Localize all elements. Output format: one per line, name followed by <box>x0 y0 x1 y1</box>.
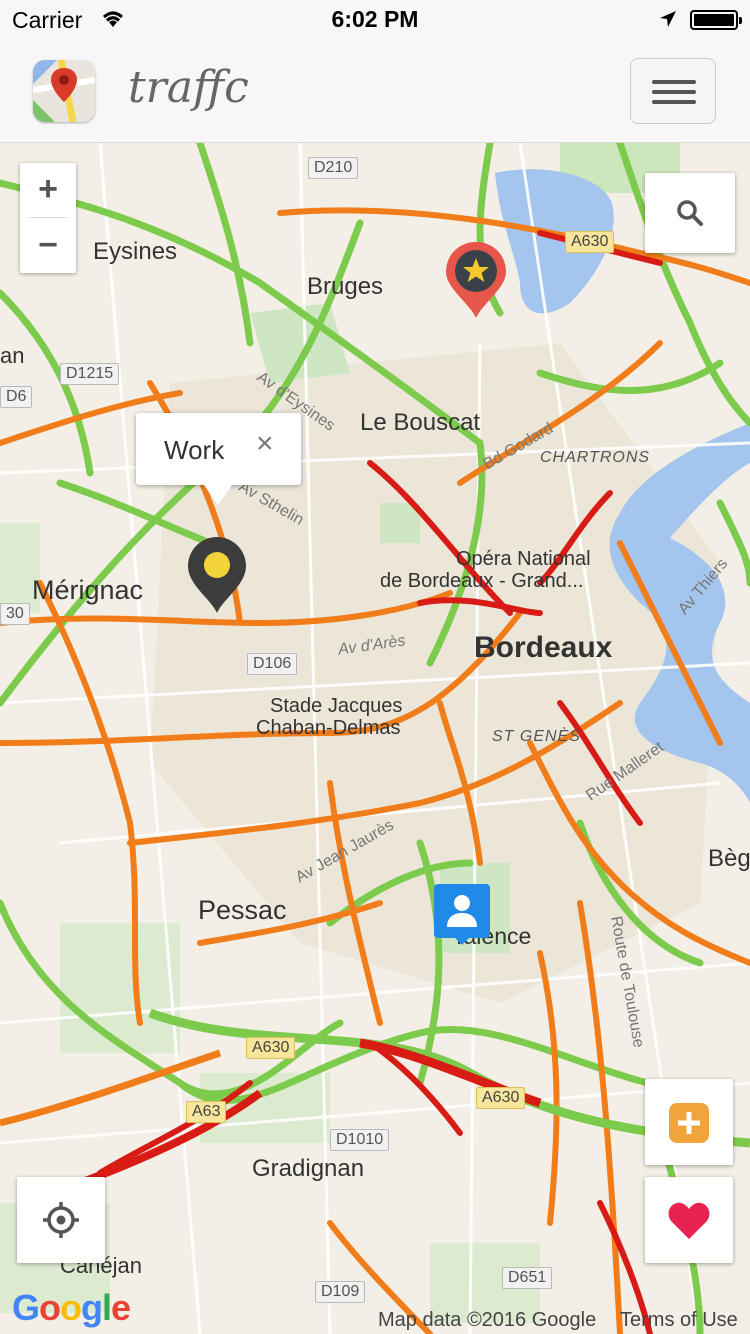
road-shield-d106: D106 <box>247 653 298 675</box>
clock: 6:02 PM <box>331 6 419 32</box>
status-bar: Carrier 6:02 PM <box>0 0 750 40</box>
info-window-title: Work <box>164 435 225 465</box>
place-label-st-genes: ST GENÈS <box>492 728 581 745</box>
poi-label-opera-2: de Bordeaux - Grand... <box>380 570 584 592</box>
road-shield-d210: D210 <box>308 157 359 179</box>
place-label-bruges: Bruges <box>307 273 384 300</box>
location-arrow-icon <box>658 8 678 35</box>
place-label-chartrons: CHARTRONS <box>540 449 651 466</box>
user-location-marker[interactable] <box>433 883 491 945</box>
work-pin-marker[interactable] <box>186 535 248 615</box>
add-place-button[interactable] <box>645 1079 733 1165</box>
road-shield-30: 30 <box>0 603 30 625</box>
place-label-an: an <box>0 343 25 368</box>
place-label-le-bouscat: Le Bouscat <box>360 409 481 436</box>
road-shield-a630-right: A630 <box>476 1087 526 1109</box>
zoom-in-button[interactable]: + <box>20 163 76 217</box>
info-window-close-button[interactable]: × <box>256 427 274 461</box>
search-icon <box>676 199 704 232</box>
hamburger-menu-icon <box>652 80 696 84</box>
work-info-window: Work × <box>136 413 301 505</box>
road-shield-a63: A63 <box>186 1101 227 1123</box>
app-title: traffc <box>128 62 249 113</box>
zoom-out-button[interactable]: − <box>20 219 76 273</box>
zoom-control: + − <box>20 163 76 273</box>
my-location-button[interactable] <box>17 1177 105 1263</box>
poi-label-opera-1: Opéra National <box>456 548 591 570</box>
plus-square-icon <box>669 1103 709 1148</box>
favorites-button[interactable] <box>645 1177 733 1263</box>
road-shield-d651: D651 <box>502 1267 553 1289</box>
place-label-begles: Bèg <box>708 845 750 872</box>
road-shield-a630-mid: A630 <box>246 1037 296 1059</box>
road-shield-d109: D109 <box>315 1281 366 1303</box>
battery-icon <box>690 10 742 30</box>
poi-label-stade-1: Stade Jacques <box>270 695 403 717</box>
google-logo: Google <box>12 1287 131 1328</box>
app-header: traffc <box>0 40 750 143</box>
road-shield-a630-top: A630 <box>565 231 615 253</box>
heart-icon <box>667 1201 711 1246</box>
menu-button[interactable] <box>630 58 716 124</box>
star-marker-icon <box>446 242 506 318</box>
map-view[interactable]: Eysines Bruges Le Bouscat CHARTRONS Méri… <box>0 143 750 1334</box>
road-shield-d6: D6 <box>0 386 33 408</box>
place-label-eysines: Eysines <box>93 238 178 265</box>
search-button[interactable] <box>645 173 735 253</box>
user-location-icon <box>434 884 490 945</box>
road-shield-d1215: D1215 <box>60 363 120 385</box>
map-attribution: Map data ©2016 Google <box>378 1309 597 1331</box>
terms-of-use-link[interactable]: Terms of Use <box>620 1309 738 1332</box>
poi-label-stade-2: Chaban-Delmas <box>256 717 401 739</box>
work-pin-icon <box>188 537 246 613</box>
favorite-star-marker[interactable] <box>444 240 508 320</box>
place-label-bordeaux: Bordeaux <box>474 631 613 664</box>
place-label-merignac: Mérignac <box>32 575 144 605</box>
place-label-pessac: Pessac <box>198 895 287 925</box>
crosshair-icon <box>41 1200 81 1245</box>
app-logo-icon <box>33 60 95 122</box>
road-shield-d1010: D1010 <box>330 1129 390 1151</box>
place-label-gradignan: Gradignan <box>252 1155 365 1182</box>
